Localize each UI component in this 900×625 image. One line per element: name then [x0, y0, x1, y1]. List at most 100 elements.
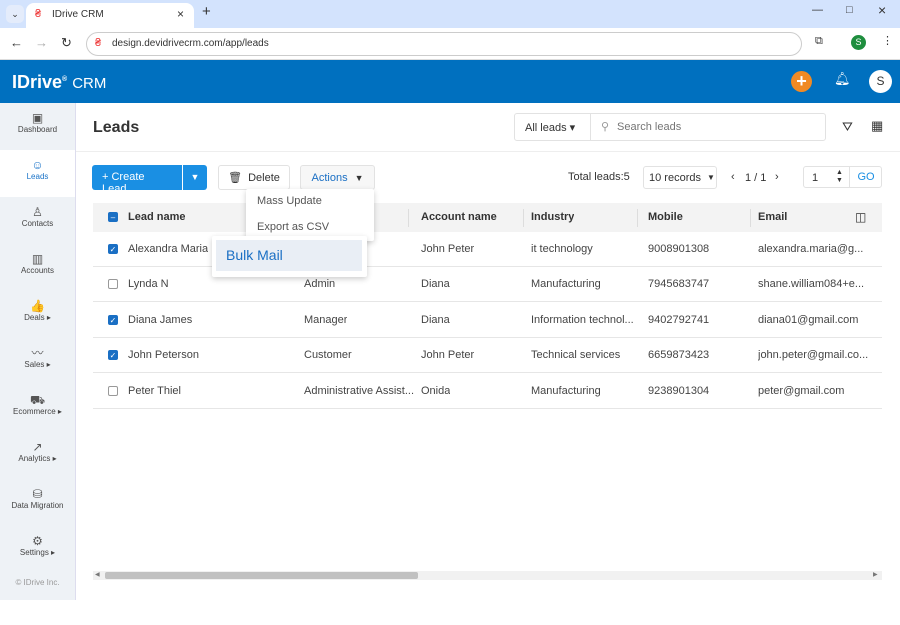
- bell-icon[interactable]: 🔔︎: [834, 71, 851, 87]
- cell-mobile: 7945683747: [648, 278, 710, 291]
- go-button[interactable]: GO: [849, 167, 882, 187]
- cell-email: alexandra.maria@g...: [758, 243, 864, 255]
- sidebar-item-label: Dashboard: [17, 125, 58, 134]
- sidebar-item-contacts[interactable]: ♙ Contacts: [0, 197, 75, 244]
- forward-icon[interactable]: →: [35, 35, 48, 50]
- columns-icon[interactable]: ◫: [855, 210, 866, 224]
- header-lead-name[interactable]: Lead name: [128, 211, 185, 223]
- cell-lead-name[interactable]: John Peterson: [128, 349, 199, 361]
- address-bar-row: ← → ↻ ₴ design.devidrivecrm.com/app/lead…: [0, 28, 900, 60]
- calendar-icon[interactable]: ▦: [871, 118, 883, 134]
- col-sep[interactable]: [523, 209, 524, 227]
- row-checkbox[interactable]: ✓: [108, 244, 118, 254]
- maximize-icon[interactable]: □: [846, 4, 853, 16]
- contacts-icon: ♙: [32, 205, 43, 219]
- menu-item-bulk-mail[interactable]: Bulk Mail: [216, 240, 362, 271]
- sidebar-item-database[interactable]: ⛁ Data Migration: [0, 479, 75, 526]
- records-per-page-select[interactable]: 10 records ▼: [643, 166, 717, 189]
- cell-lead-name[interactable]: Peter Thiel: [128, 385, 181, 397]
- cell-email: diana01@gmail.com: [758, 313, 859, 326]
- cell-industry: it technology: [531, 243, 593, 255]
- sidebar-item-analytics[interactable]: ↗ Analytics ▸: [0, 432, 75, 479]
- row-checkbox[interactable]: [108, 385, 118, 396]
- cell-industry: Technical services: [531, 349, 621, 362]
- browser-tab[interactable]: ₴ IDrive CRM ×: [26, 3, 194, 28]
- row-checkbox[interactable]: [108, 279, 118, 290]
- sidebar-item-leads[interactable]: ☺ Leads: [0, 150, 75, 197]
- cell-account-name: Onida: [421, 384, 451, 397]
- col-sep[interactable]: [750, 209, 751, 227]
- create-lead-button[interactable]: + Create Lead: [92, 165, 182, 195]
- back-icon[interactable]: ←: [10, 35, 23, 50]
- search-input[interactable]: [617, 118, 817, 136]
- horizontal-scrollbar[interactable]: ◀ ▶: [93, 571, 882, 580]
- sidebar-item-pulse[interactable]: 〰 Sales ▸: [0, 338, 75, 385]
- lead-view-select[interactable]: All leads ▾: [515, 114, 591, 140]
- header-mobile[interactable]: Mobile: [648, 211, 683, 223]
- row-checkbox[interactable]: ✓: [108, 314, 118, 325]
- col-sep[interactable]: [408, 209, 409, 227]
- cell-account-name: Diana: [421, 278, 450, 291]
- cell-lead-name[interactable]: Alexandra Maria: [128, 243, 208, 255]
- header-industry[interactable]: Industry: [531, 211, 574, 223]
- sidebar: ▣ Dashboard ☺ Leads ♙ Contacts ▥ Accounts 👍 Deals…: [0, 103, 76, 600]
- filter-icon[interactable]: ⛛: [842, 119, 853, 135]
- sidebar-item-label: Deals ▸: [24, 313, 51, 322]
- table-row[interactable]: Peter Thiel Administrative Assist... Onida…: [93, 374, 882, 409]
- scrollbar-thumb[interactable]: [105, 572, 418, 579]
- sidebar-item-label: Data Migration: [11, 501, 64, 510]
- menu-item-export-csv[interactable]: Export as CSV: [257, 221, 329, 233]
- page-number-input[interactable]: 1: [812, 172, 818, 184]
- new-tab-icon[interactable]: +: [202, 3, 211, 20]
- sidebar-item-cart[interactable]: ⛟ Ecommerce ▸: [0, 385, 75, 432]
- tab-list-button[interactable]: ⌄: [6, 5, 24, 23]
- divider: [76, 151, 900, 152]
- cell-account-name: John Peter: [421, 243, 475, 255]
- cell-title: Manager: [304, 313, 348, 326]
- row-checkbox[interactable]: ✓: [108, 350, 118, 361]
- sidebar-item-label: Contacts: [21, 219, 54, 228]
- url-field[interactable]: ₴ design.devidrivecrm.com/app/leads: [86, 32, 802, 56]
- extensions-icon[interactable]: ⧉: [815, 35, 823, 48]
- pulse-icon: 〰: [31, 346, 44, 360]
- logo[interactable]: IDrive® CRM: [12, 72, 106, 93]
- profile-avatar[interactable]: S: [851, 35, 866, 50]
- col-sep[interactable]: [637, 209, 638, 227]
- stepper-icon[interactable]: ▲ ▼: [836, 169, 843, 185]
- minimize-icon[interactable]: —: [812, 4, 823, 16]
- table-row[interactable]: ✓ Diana James Manager Diana Information tech…: [93, 303, 882, 338]
- create-lead-dropdown[interactable]: ▼: [183, 165, 207, 190]
- sidebar-item-label: Leads: [26, 172, 49, 181]
- browser-menu-icon[interactable]: ⋮: [882, 34, 893, 47]
- actions-menu: Mass Update Export as CSV: [246, 189, 374, 241]
- actions-button[interactable]: Actions ▼: [300, 165, 375, 190]
- close-tab-icon[interactable]: ×: [177, 7, 184, 21]
- cell-lead-name[interactable]: Lynda N: [128, 278, 169, 290]
- menu-item-mass-update[interactable]: Mass Update: [257, 195, 322, 207]
- cell-lead-name[interactable]: Diana James: [128, 314, 192, 326]
- page-jump: 1 ▲ ▼ GO: [803, 166, 882, 188]
- search-icon: ⚲: [601, 121, 610, 133]
- sidebar-item-dashboard[interactable]: ▣ Dashboard: [0, 103, 75, 150]
- sidebar-item-gear[interactable]: ⚙ Settings ▸: [0, 526, 75, 573]
- sidebar-item-accounts[interactable]: ▥ Accounts: [0, 244, 75, 291]
- sidebar-item-thumbs-up[interactable]: 👍 Deals ▸: [0, 291, 75, 338]
- url-text: design.devidrivecrm.com/app/leads: [112, 38, 269, 49]
- user-avatar[interactable]: S: [869, 70, 892, 93]
- favicon-icon: ₴: [35, 8, 42, 20]
- reload-icon[interactable]: ↻: [61, 35, 72, 51]
- sidebar-item-label: Settings ▸: [19, 548, 56, 557]
- table-row[interactable]: ✓ John Peterson Customer John Peter Technica…: [93, 338, 882, 374]
- analytics-icon: ↗: [32, 440, 43, 454]
- next-page-icon[interactable]: ›: [775, 171, 779, 183]
- delete-button[interactable]: 🗑︎ Delete: [218, 165, 290, 190]
- header-account-name[interactable]: Account name: [421, 211, 497, 223]
- header-email[interactable]: Email: [758, 211, 787, 223]
- quick-add-button[interactable]: +: [791, 71, 812, 92]
- prev-page-icon[interactable]: ‹: [731, 171, 735, 183]
- trash-icon: 🗑︎: [228, 172, 243, 184]
- cell-industry: Manufacturing: [531, 384, 601, 397]
- select-all-checkbox[interactable]: –: [108, 212, 118, 222]
- close-window-icon[interactable]: ×: [878, 2, 886, 18]
- dashboard-icon: ▣: [31, 111, 44, 125]
